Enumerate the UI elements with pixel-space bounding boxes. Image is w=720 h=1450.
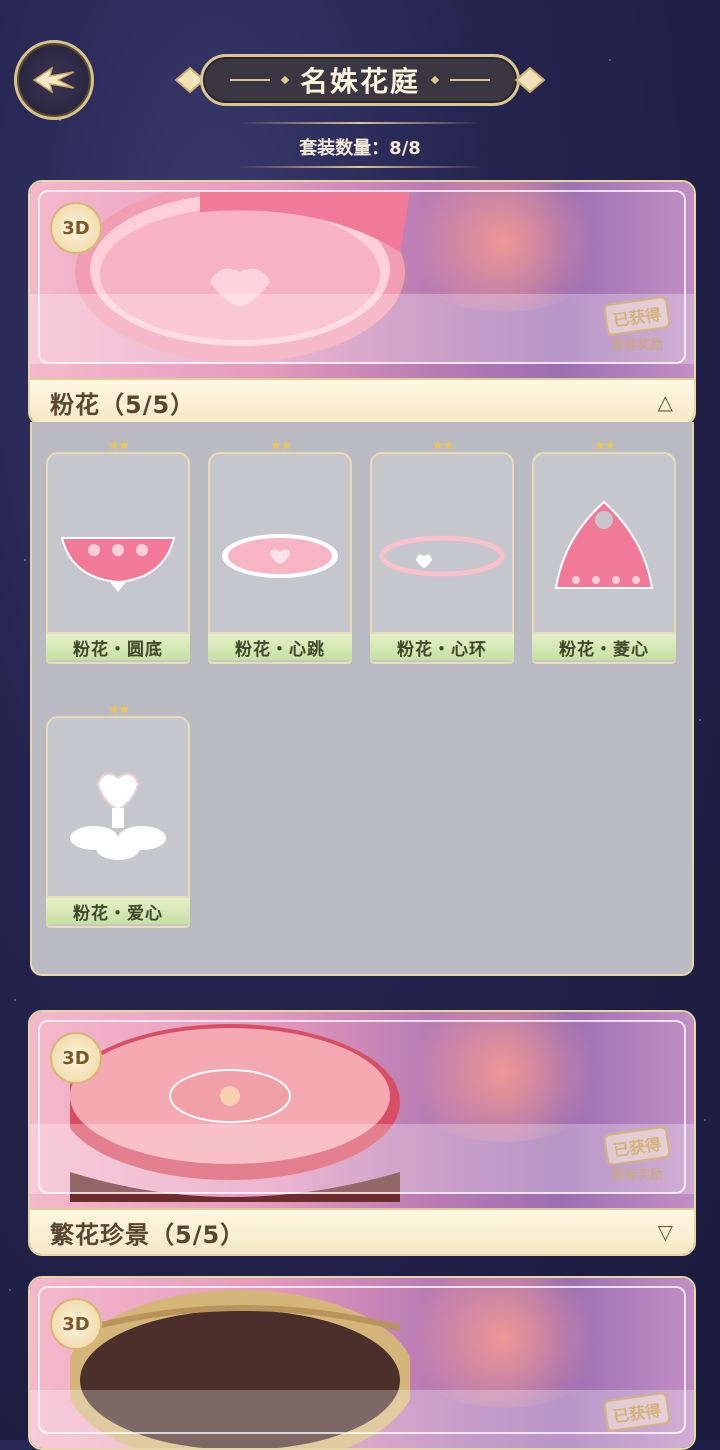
back-arrow-icon [32, 66, 75, 94]
obtained-stamp: 已获得 套装奖励 [600, 295, 674, 360]
suite-name-bar[interactable]: 繁花珍景（5/5） ▽ [30, 1208, 694, 1254]
suite-card[interactable]: 3D 已获得 [28, 1276, 696, 1450]
item-name: 粉花・圆底 [46, 632, 190, 660]
title-divider [229, 79, 270, 81]
item-card[interactable]: ★★ 粉花・菱心 [532, 438, 676, 664]
item-card[interactable]: ★★ 粉花・圆底 [46, 438, 190, 664]
star-rating-icon: ★★ [269, 438, 292, 454]
diamond-heart-awning-icon [554, 500, 654, 589]
page-title: 名姝花庭 [299, 65, 420, 98]
item-card[interactable]: ★★ 粉花・心跳 [208, 438, 352, 664]
expand-arrow-icon[interactable]: ▽ [658, 1220, 674, 1244]
suite-items-panel: ★★ 粉花・圆底 ★★ 粉花・心跳 ★★ 粉花・心环 ★★ 粉花・菱心 ★★ 粉… [30, 422, 694, 976]
item-card[interactable]: ★★ 粉花・爱心 [46, 702, 190, 928]
heartbeat-plate-icon [222, 534, 338, 578]
suite-banner: 3D 已获得 套装奖励 [30, 1012, 694, 1208]
round-base-bowl-icon [60, 537, 176, 592]
suite-card[interactable]: 3D 已获得 套装奖励 粉花（5/5） △ [28, 180, 696, 426]
page-title-plaque: 名姝花庭 [174, 54, 546, 106]
love-heart-pedestal-icon [70, 773, 166, 860]
item-name: 粉花・爱心 [46, 896, 190, 924]
suite-name-bar[interactable]: 粉花（5/5） △ [30, 378, 694, 424]
obtained-stamp: 已获得 [600, 1391, 674, 1448]
3d-view-button[interactable]: 3D [50, 202, 102, 254]
suite-banner: 3D 已获得 套装奖励 [30, 182, 694, 378]
3d-view-button[interactable]: 3D [50, 1298, 102, 1350]
collapse-arrow-icon[interactable]: △ [658, 390, 674, 414]
obtained-stamp: 已获得 套装奖励 [600, 1125, 674, 1190]
item-card[interactable]: ★★ 粉花・心环 [370, 438, 514, 664]
divider [238, 122, 482, 124]
title-dot [430, 75, 440, 85]
item-name: 粉花・心跳 [208, 632, 352, 660]
heart-ring-icon [379, 535, 505, 577]
star-rating-icon: ★★ [107, 438, 130, 454]
item-name: 粉花・心环 [370, 632, 514, 660]
title-divider [450, 79, 490, 81]
3d-view-button[interactable]: 3D [50, 1032, 102, 1084]
suite-banner: 3D 已获得 [30, 1278, 694, 1448]
back-button[interactable] [14, 40, 94, 120]
title-dot [280, 75, 290, 85]
star-rating-icon: ★★ [107, 702, 130, 718]
suite-name: 粉花（5/5） [50, 390, 196, 419]
suite-card[interactable]: 3D 已获得 套装奖励 繁花珍景（5/5） ▽ [28, 1010, 696, 1256]
divider [238, 166, 482, 168]
star-rating-icon: ★★ [431, 438, 454, 454]
title-ornament-right-icon [514, 66, 546, 94]
item-name: 粉花・菱心 [532, 632, 676, 660]
star-rating-icon: ★★ [593, 438, 616, 454]
suite-count: 套装数量：8/8 [299, 138, 421, 159]
suite-name: 繁花珍景（5/5） [50, 1220, 246, 1249]
